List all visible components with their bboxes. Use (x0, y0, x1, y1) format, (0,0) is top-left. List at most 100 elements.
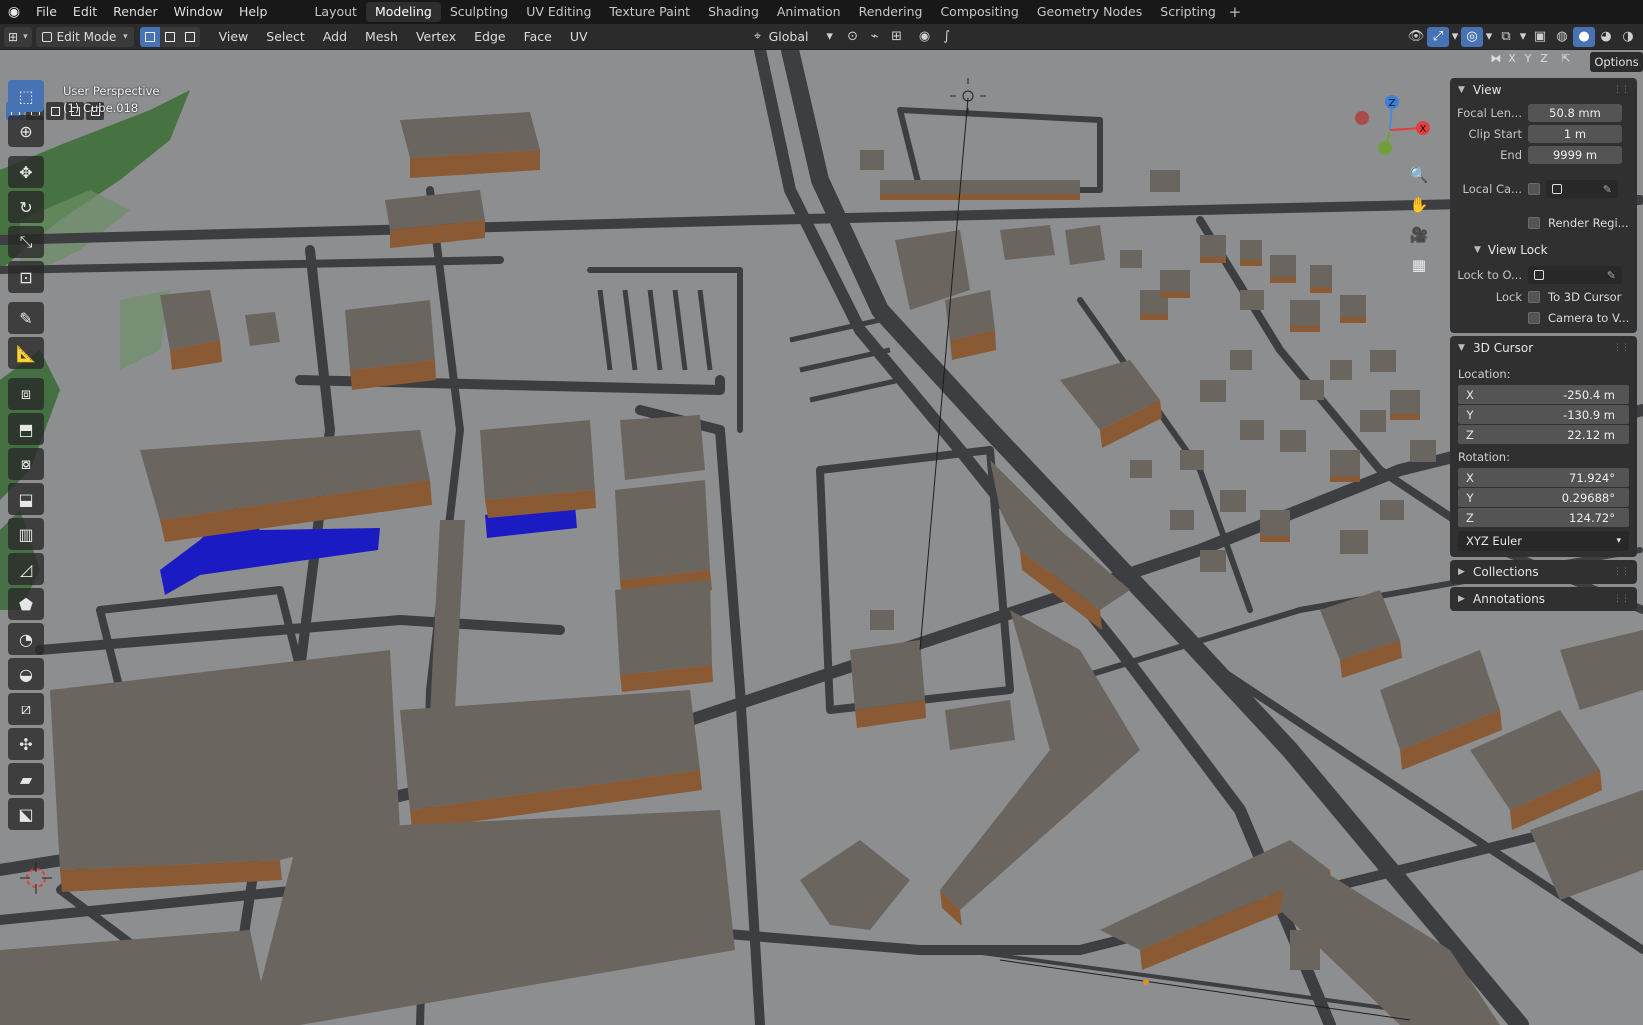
smooth-tool-icon[interactable]: ◒ (8, 658, 44, 690)
wireframe-shading-icon[interactable]: ◍ (1551, 27, 1573, 47)
rip-region-tool-icon[interactable]: ⬕ (8, 798, 44, 830)
annotate-tool-icon[interactable]: ✎ (8, 302, 44, 334)
blender-logo-icon[interactable]: ◉ (0, 0, 28, 24)
tab-geometry-nodes[interactable]: Geometry Nodes (1028, 2, 1151, 22)
location-z-field[interactable]: Z 22.12 m (1458, 425, 1629, 444)
editor-type-button[interactable]: ⊞ ▾ (4, 26, 32, 47)
tab-animation[interactable]: Animation (768, 2, 850, 22)
zoom-icon[interactable]: 🔍 (1406, 162, 1432, 188)
gizmo-y-axis[interactable] (1378, 141, 1392, 155)
mirror-x-toggle[interactable]: X (1504, 52, 1520, 65)
location-x-field[interactable]: X -250.4 m (1458, 385, 1629, 404)
tab-compositing[interactable]: Compositing (931, 2, 1027, 22)
shear-tool-icon[interactable]: ▰ (8, 763, 44, 795)
local-camera-checkbox[interactable] (1528, 183, 1540, 195)
drag-grip-icon[interactable]: ⋮⋮ (1613, 85, 1630, 95)
view-panel-header[interactable]: ▼ View ⋮⋮ (1450, 78, 1637, 102)
rotate-tool-icon[interactable]: ↻ (8, 191, 44, 223)
mirror-z-toggle[interactable]: Z (1536, 52, 1552, 65)
menu-render[interactable]: Render (105, 0, 166, 24)
auto-merge-icon[interactable]: ⇱ (1558, 52, 1574, 65)
tab-texture-paint[interactable]: Texture Paint (600, 2, 699, 22)
camera-view-icon[interactable]: 🎥 (1406, 222, 1432, 248)
cursor-panel-header[interactable]: ▼ 3D Cursor ⋮⋮ (1450, 336, 1637, 360)
knife-tool-icon[interactable]: ◿ (8, 553, 44, 585)
drag-grip-icon[interactable]: ⋮⋮ (1613, 567, 1630, 577)
move-tool-icon[interactable]: ✥ (8, 156, 44, 188)
extrude-tool-icon[interactable]: ⬒ (8, 413, 44, 445)
poly-build-tool-icon[interactable]: ⬟ (8, 588, 44, 620)
tab-scripting[interactable]: Scripting (1151, 2, 1225, 22)
add-cube-tool-icon[interactable]: ⧈ (8, 378, 44, 410)
menu-select[interactable]: Select (257, 29, 314, 44)
transform-tool-icon[interactable]: ⊡ (8, 261, 44, 293)
select-subtract-button[interactable] (46, 102, 64, 120)
spin-tool-icon[interactable]: ◔ (8, 623, 44, 655)
rotation-mode-select[interactable]: XYZ Euler ▾ (1458, 531, 1629, 551)
tab-rendering[interactable]: Rendering (850, 2, 932, 22)
clip-start-field[interactable]: 1 m (1528, 125, 1622, 143)
menu-window[interactable]: Window (166, 0, 231, 24)
menu-face[interactable]: Face (515, 29, 561, 44)
menu-uv[interactable]: UV (561, 29, 597, 44)
perspective-toggle-icon[interactable]: ▦ (1406, 252, 1432, 278)
menu-vertex[interactable]: Vertex (407, 29, 465, 44)
lock-to-object-field[interactable]: ✎ (1528, 266, 1622, 284)
mirror-y-toggle[interactable]: Y (1520, 52, 1536, 65)
vertex-select-button[interactable] (139, 26, 160, 47)
proportional-edit-icon[interactable]: ◉ (914, 27, 936, 47)
rotation-y-field[interactable]: Y 0.29688° (1458, 488, 1629, 507)
local-camera-field[interactable]: ✎ (1546, 180, 1618, 198)
navigation-gizmo[interactable]: Z X (1350, 90, 1430, 160)
menu-edge[interactable]: Edge (465, 29, 514, 44)
mesh-edit-overlay-icon[interactable]: ⧉ (1495, 27, 1517, 47)
menu-view[interactable]: View (210, 29, 258, 44)
drag-grip-icon[interactable]: ⋮⋮ (1613, 594, 1630, 604)
snap-icon[interactable]: ⌁ (864, 27, 886, 47)
render-region-checkbox[interactable] (1528, 217, 1540, 229)
gizmo-neg-x-axis[interactable] (1355, 111, 1369, 125)
select-box-tool-icon[interactable]: ⬚ (8, 80, 44, 112)
location-y-field[interactable]: Y -130.9 m (1458, 405, 1629, 424)
overlays-toggle-icon[interactable]: ◎ (1461, 26, 1483, 47)
cursor-tool-icon[interactable]: ⊕ (8, 115, 44, 147)
xray-toggle-icon[interactable]: ▣ (1529, 27, 1551, 47)
tab-layout[interactable]: Layout (305, 2, 366, 22)
annotations-panel-header[interactable]: ▶ Annotations ⋮⋮ (1450, 587, 1637, 611)
loop-cut-tool-icon[interactable]: ▥ (8, 518, 44, 550)
material-shading-icon[interactable]: ◕ (1595, 27, 1617, 47)
focal-length-field[interactable]: 50.8 mm (1528, 104, 1622, 122)
solid-shading-icon[interactable]: ● (1573, 26, 1595, 47)
bevel-tool-icon[interactable]: ⬓ (8, 483, 44, 515)
menu-edit[interactable]: Edit (65, 0, 105, 24)
falloff-icon[interactable]: ∫ (936, 27, 958, 47)
pivot-point-icon[interactable]: ⊙ (842, 27, 864, 47)
drag-grip-icon[interactable]: ⋮⋮ (1613, 343, 1630, 353)
tab-shading[interactable]: Shading (699, 2, 768, 22)
gizmo-toggle-icon[interactable]: ⤢ (1427, 26, 1449, 47)
face-select-button[interactable] (179, 26, 200, 47)
eyedropper-icon[interactable]: ✎ (1603, 183, 1612, 196)
measure-tool-icon[interactable]: 📐 (8, 337, 44, 369)
rendered-shading-icon[interactable]: ◑ (1617, 27, 1639, 47)
rotation-x-field[interactable]: X 71.924° (1458, 468, 1629, 487)
tab-uv-editing[interactable]: UV Editing (517, 2, 600, 22)
tab-sculpting[interactable]: Sculpting (441, 2, 517, 22)
eyedropper-icon[interactable]: ✎ (1607, 269, 1616, 282)
menu-file[interactable]: File (28, 0, 65, 24)
collections-panel-header[interactable]: ▶ Collections ⋮⋮ (1450, 560, 1637, 584)
scale-tool-icon[interactable]: ⤡ (8, 226, 44, 258)
menu-add[interactable]: Add (314, 29, 356, 44)
clip-end-field[interactable]: 9999 m (1528, 146, 1622, 164)
mode-select[interactable]: Edit Mode ▾ (35, 26, 134, 47)
edge-select-button[interactable] (159, 26, 180, 47)
snap-target-icon[interactable]: ⊞ (886, 27, 908, 47)
options-button[interactable]: Options (1590, 52, 1643, 72)
add-workspace-button[interactable]: + (1225, 3, 1245, 21)
3d-viewport[interactable]: User Perspective (1) Cube.018 ⬚ ⊕ ✥ ↻ ⤡ … (0, 50, 1643, 1025)
menu-mesh[interactable]: Mesh (356, 29, 407, 44)
transform-orientation-select[interactable]: Global (769, 29, 824, 44)
tab-modeling[interactable]: Modeling (365, 2, 441, 22)
view-lock-header[interactable]: ▼ View Lock (1450, 239, 1637, 261)
rotation-z-field[interactable]: Z 124.72° (1458, 508, 1629, 527)
